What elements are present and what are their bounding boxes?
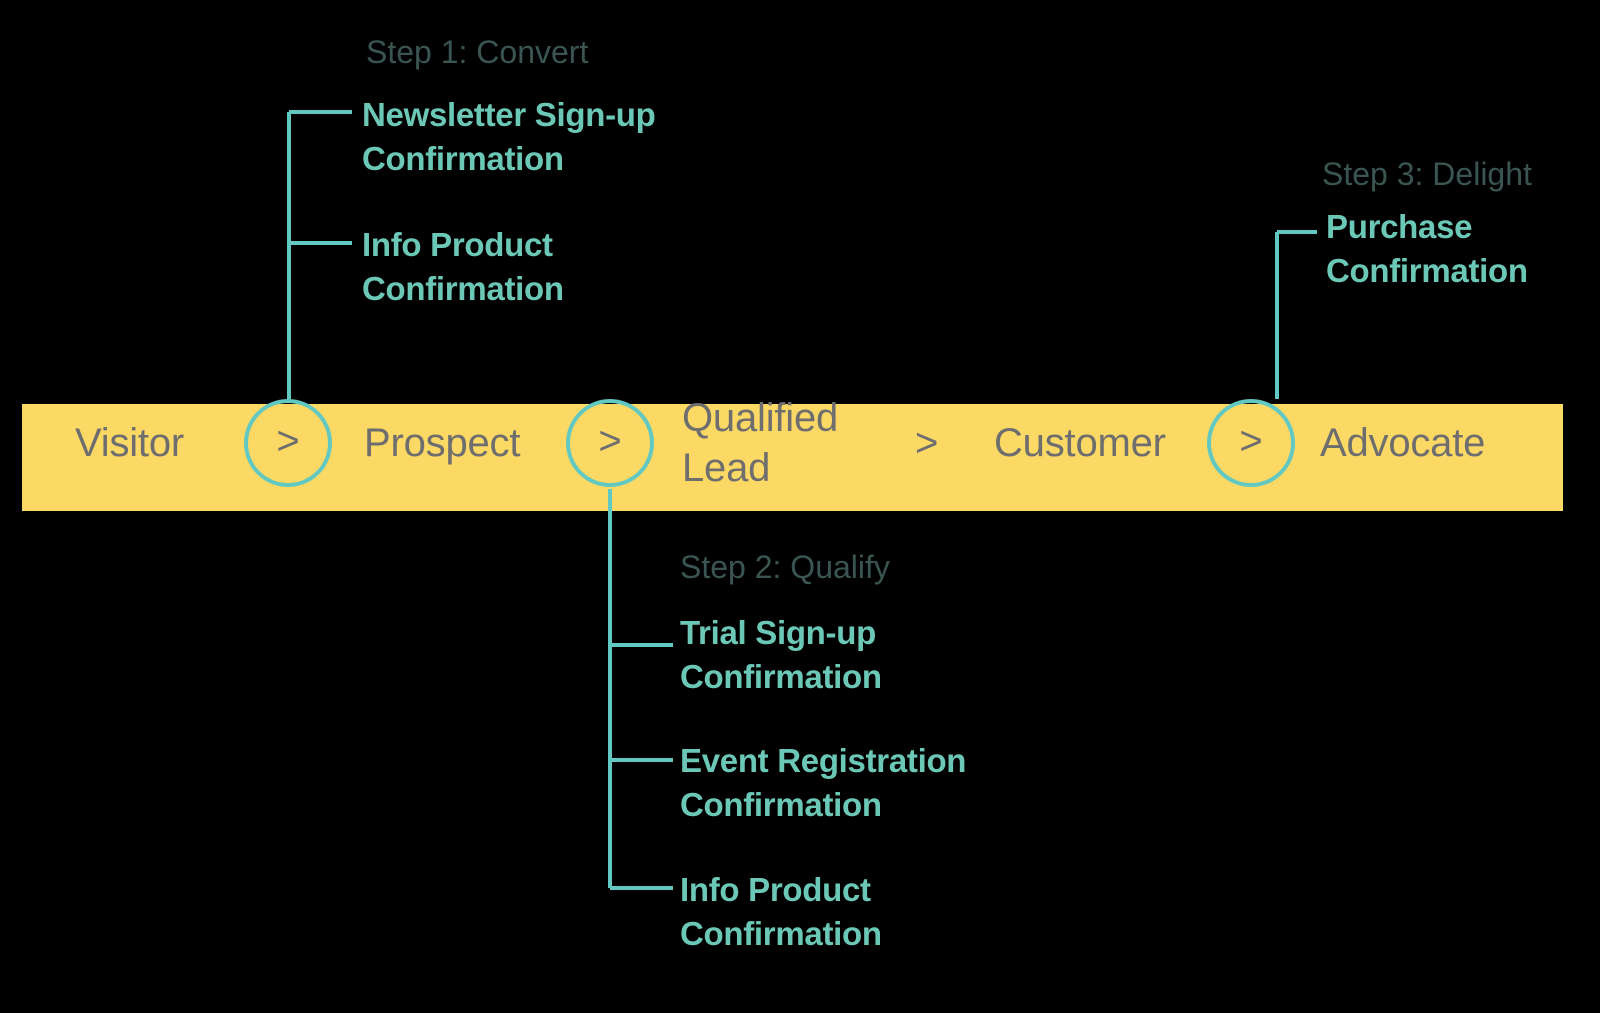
callout-event-registration-confirmation: Event Registration Confirmation <box>680 742 967 823</box>
diagram-canvas: Visitor Prospect Qualified Lead Customer… <box>0 0 1600 1013</box>
step-heading-convert: Step 1: Convert <box>366 34 589 70</box>
callout-info-product-confirmation-convert: Info Product Confirmation <box>362 226 564 307</box>
chevron-circle-customer-to-advocate[interactable]: > <box>1207 399 1295 487</box>
callout-newsletter-signup-confirmation: Newsletter Sign-up Confirmation <box>362 96 656 177</box>
lifecycle-stage-advocate: Advocate <box>1320 421 1486 465</box>
chevron-right-icon: > <box>598 419 622 463</box>
chevron-circle-visitor-to-prospect[interactable]: > <box>244 399 332 487</box>
chevron-right-icon: > <box>1239 419 1263 463</box>
lifecycle-stage-qualified-lead: Qualified Lead <box>682 396 839 490</box>
chevron-circle-prospect-to-qualified-lead[interactable]: > <box>566 399 654 487</box>
callout-info-product-confirmation-qualify: Info Product Confirmation <box>680 871 882 952</box>
callout-trial-signup-confirmation: Trial Sign-up Confirmation <box>680 614 882 695</box>
step-heading-delight: Step 3: Delight <box>1322 156 1532 192</box>
chevron-right-icon-qualified-lead-to-customer: > <box>915 421 939 465</box>
step-heading-qualify: Step 2: Qualify <box>680 549 890 585</box>
callout-purchase-confirmation: Purchase Confirmation <box>1326 208 1528 289</box>
lifecycle-stage-prospect: Prospect <box>364 421 521 465</box>
lifecycle-stage-customer: Customer <box>994 421 1166 465</box>
lifecycle-stage-visitor: Visitor <box>75 421 185 465</box>
chevron-right-icon: > <box>276 419 300 463</box>
